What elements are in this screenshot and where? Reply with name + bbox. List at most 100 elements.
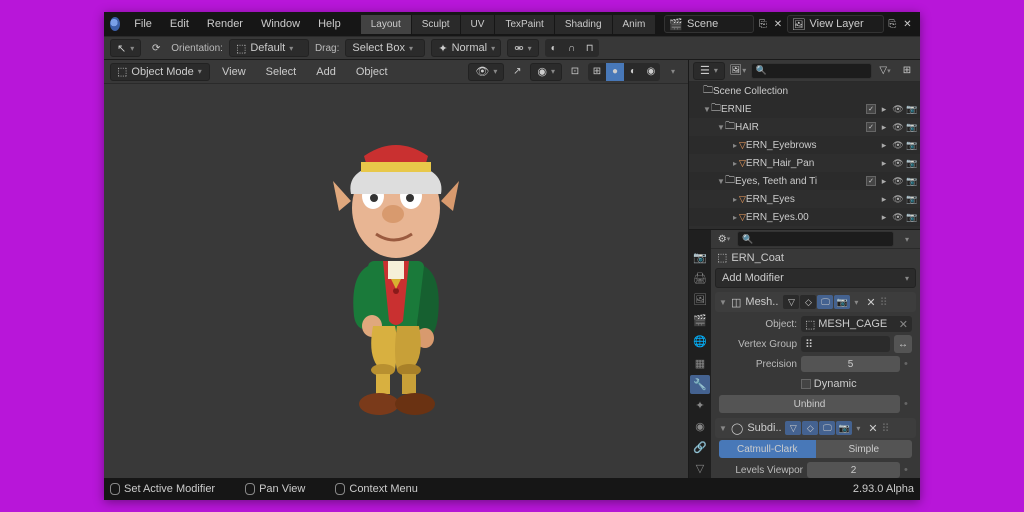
select-toggle[interactable]: ▸ [878,176,890,187]
select-toggle[interactable]: ▸ [878,122,890,133]
tab-layout[interactable]: Layout [361,15,412,34]
disclosure-icon[interactable]: ▸ [731,159,739,168]
disclosure-icon[interactable]: ▼ [703,105,711,114]
outliner-display-mode[interactable]: ☰▾ [693,62,725,80]
disclosure-icon[interactable]: ▼ [717,177,725,186]
shading-options[interactable]: ▾ [664,63,682,81]
vp-menu-view[interactable]: View [214,63,254,81]
tab-sculpt[interactable]: Sculpt [412,15,461,34]
tab-texpaint[interactable]: TexPaint [495,15,554,34]
outliner-new-collection[interactable]: ⊞ [898,62,916,80]
include-checkbox[interactable]: ✓ [866,122,876,132]
mod-edit-icon[interactable]: ▽ [783,295,799,309]
clear-icon[interactable]: ✕ [899,318,908,331]
opt-3[interactable]: ⊓ [581,39,599,57]
vgroup-invert[interactable]: ↔ [894,335,912,353]
levels-viewport-input[interactable]: 2 [807,462,900,478]
render-toggle[interactable]: 📷 [906,194,918,205]
object-field[interactable]: ⬚ MESH_CAGE ✕ [801,316,912,332]
disclosure-icon[interactable]: ▸ [731,195,739,204]
modifier-header-subdiv[interactable]: ▼ ◯ Subdi.. ▽ ◇ 🖵 📷 ▾ ✕ ⠿ [715,418,916,438]
mod-render-icon[interactable]: 📷 [834,295,850,309]
view-layer-selector[interactable]: 🖼 View Layer [787,15,884,33]
ptab-scene[interactable]: 🎬 [690,311,710,330]
menu-edit[interactable]: Edit [162,15,197,33]
properties-search[interactable]: 🔍 [737,231,894,247]
props-pin[interactable]: ▾ [898,230,916,248]
mod-cage-icon[interactable]: ◇ [802,421,818,435]
mod-drag-icon[interactable]: ⠿ [880,296,888,309]
delete-layer-button[interactable]: ✕ [901,15,914,33]
ptab-viewlayer[interactable]: 🖼 [690,290,710,309]
toggle-simple[interactable]: Simple [816,440,913,458]
props-options-icon[interactable]: ⚙▾ [715,230,733,248]
tree-row[interactable]: ▸▽ ERN_Eyebrows▸👁📷 [689,136,920,154]
mod-render-icon[interactable]: 📷 [836,421,852,435]
mod-realtime-icon[interactable]: 🖵 [819,421,835,435]
orientation-dropdown[interactable]: ⬚Default▾ [229,39,309,57]
mod-edit-icon[interactable]: ▽ [785,421,801,435]
hide-toggle[interactable]: 👁 [892,176,904,187]
scene-selector[interactable]: 🎬 Scene [664,15,754,33]
tree-row[interactable]: ▼🗀 ERNIE✓▸👁📷 [689,100,920,118]
vp-menu-add[interactable]: Add [308,63,344,81]
render-toggle[interactable]: 📷 [906,140,918,151]
viewport-3d[interactable] [104,84,688,478]
tree-row[interactable]: ▼🗀 HAIR✓▸👁📷 [689,118,920,136]
ptab-output[interactable]: 🖨 [690,269,710,288]
disclosure-icon[interactable]: ▸ [731,141,739,150]
delete-scene-button[interactable]: ✕ [771,15,784,33]
opt-1[interactable]: ◐ [545,39,563,57]
select-toggle[interactable]: ▸ [878,104,890,115]
opt-2[interactable]: ∩ [563,39,581,57]
hide-toggle[interactable]: 👁 [892,194,904,205]
ptab-world[interactable]: 🌐 [690,332,710,351]
add-modifier-dropdown[interactable]: Add Modifier▾ [715,268,916,288]
disclosure-icon[interactable]: ▸ [731,213,739,222]
visibility-dropdown[interactable]: 👁▾ [468,63,504,81]
shading-rendered[interactable]: ◉ [642,63,660,81]
mod-drag-icon[interactable]: ⠿ [882,422,890,435]
drag-dropdown[interactable]: Select Box▾ [345,39,425,57]
tree-row[interactable]: ▸▽ ERN_Eyes.00▸👁📷 [689,208,920,226]
ptab-constraints[interactable]: 🔗 [690,438,710,457]
render-toggle[interactable]: 📷 [906,176,918,187]
ptab-object[interactable]: ▦ [690,353,710,372]
new-layer-button[interactable]: ⎘ [886,15,899,33]
proportional-dropdown[interactable]: ⚮▾ [507,39,538,57]
vertex-group-field[interactable]: ⠿ [801,336,890,352]
xray-toggle[interactable]: ⊡ [566,63,584,81]
snap-dropdown[interactable]: ✦Normal▾ [431,39,501,57]
mod-extras[interactable]: ▾ [854,298,858,307]
outliner-tree[interactable]: 🗀 Scene Collection ▼🗀 ERNIE✓▸👁📷▼🗀 HAIR✓▸… [689,82,920,229]
menu-window[interactable]: Window [253,15,308,33]
tree-row[interactable]: ▼🗀 Eyes, Teeth and Ti✓▸👁📷 [689,172,920,190]
render-toggle[interactable]: 📷 [906,122,918,133]
menu-help[interactable]: Help [310,15,349,33]
gizmo-toggle[interactable]: ↗ [508,63,526,81]
overlay-dropdown[interactable]: ◉▾ [530,63,562,81]
hide-toggle[interactable]: 👁 [892,104,904,115]
vp-menu-object[interactable]: Object [348,63,396,81]
vp-menu-select[interactable]: Select [258,63,305,81]
mod-delete[interactable]: ✕ [868,422,877,435]
tab-shading[interactable]: Shading [555,15,613,34]
shading-material[interactable]: ◐ [624,63,642,81]
menu-render[interactable]: Render [199,15,251,33]
tree-row[interactable]: ▸▽ ERN_Teeth▸👁📷 [689,226,920,229]
ptab-render[interactable]: 📷 [690,248,710,267]
outliner-filter[interactable]: ▽▾ [876,62,894,80]
select-toggle[interactable]: ▸ [878,194,890,205]
tab-uv[interactable]: UV [461,15,496,34]
cursor-tool-dropdown[interactable]: ↖▾ [110,39,141,57]
hide-toggle[interactable]: 👁 [892,158,904,169]
render-toggle[interactable]: 📷 [906,158,918,169]
ptab-data[interactable]: ▽ [690,459,710,478]
select-toggle[interactable]: ▸ [878,158,890,169]
tree-scene-collection[interactable]: 🗀 Scene Collection [689,82,920,100]
ptab-physics[interactable]: ◉ [690,417,710,436]
modifier-header-meshdeform[interactable]: ▼ ◫ Mesh.. ▽ ◇ 🖵 📷 ▾ ✕ ⠿ [715,292,916,312]
ptab-particles[interactable]: ✦ [690,396,710,415]
mod-realtime-icon[interactable]: 🖵 [817,295,833,309]
disclosure-icon[interactable]: ▼ [717,123,725,132]
